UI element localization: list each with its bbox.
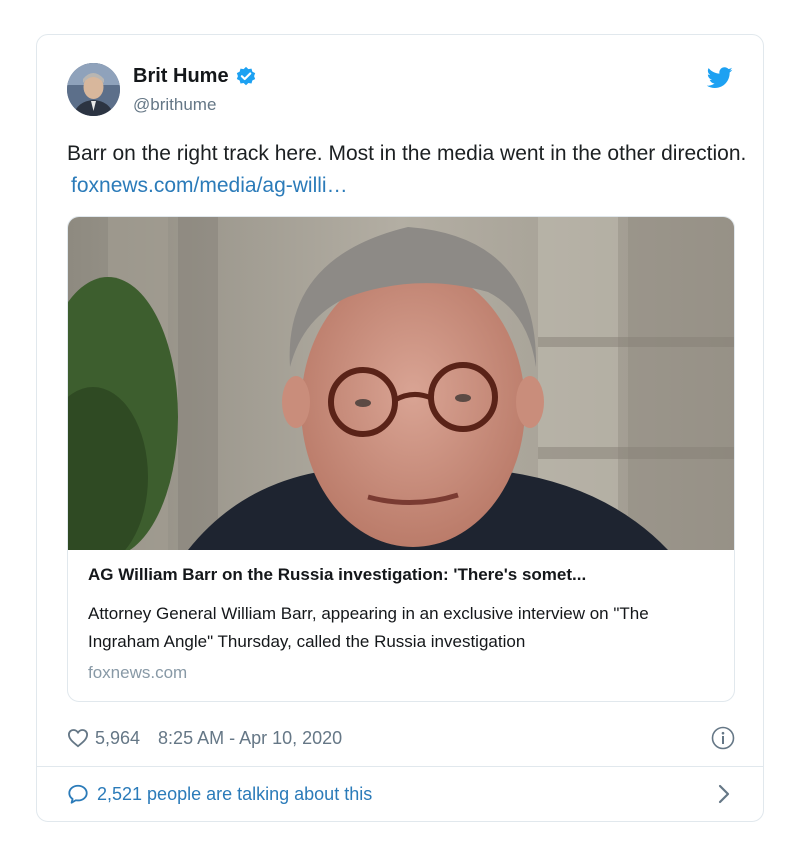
conversation-link[interactable]: 2,521 people are talking about this	[67, 780, 735, 808]
author-name-text[interactable]: Brit Hume	[133, 65, 229, 88]
chevron-right-icon[interactable]	[717, 784, 731, 804]
author-name[interactable]: Brit Hume	[133, 65, 257, 88]
card-description: Attorney General William Barr, appearing…	[88, 604, 649, 651]
tweet-link[interactable]: foxnews.com/media/ag-willi…	[71, 174, 348, 197]
link-card[interactable]: AG William Barr on the Russia investigat…	[67, 216, 735, 702]
card-image[interactable]	[68, 217, 734, 550]
speech-bubble-icon	[68, 784, 88, 804]
twitter-bird-icon[interactable]	[707, 67, 733, 89]
card-domain: foxnews.com	[88, 663, 188, 682]
author-avatar[interactable]	[67, 63, 120, 116]
divider	[37, 766, 763, 767]
tweet-body: Barr on the right track here. Most in th…	[67, 142, 747, 165]
tweet-text: Barr on the right track here. Most in th…	[67, 138, 747, 202]
tweet-embed: Brit Hume @brithume Barr on the right tr…	[36, 34, 764, 822]
heart-icon[interactable]	[67, 728, 89, 748]
timestamp[interactable]: 8:25 AM - Apr 10, 2020	[158, 728, 342, 749]
author-handle[interactable]: @brithume	[133, 95, 216, 115]
talking-count[interactable]: 2,521 people are talking about this	[97, 784, 372, 805]
like-count[interactable]: 5,964	[95, 728, 140, 749]
info-icon[interactable]	[711, 726, 735, 750]
tweet-meta: 5,964 8:25 AM - Apr 10, 2020	[67, 725, 735, 751]
verified-badge-icon	[236, 66, 255, 85]
card-title[interactable]: AG William Barr on the Russia investigat…	[88, 565, 718, 585]
